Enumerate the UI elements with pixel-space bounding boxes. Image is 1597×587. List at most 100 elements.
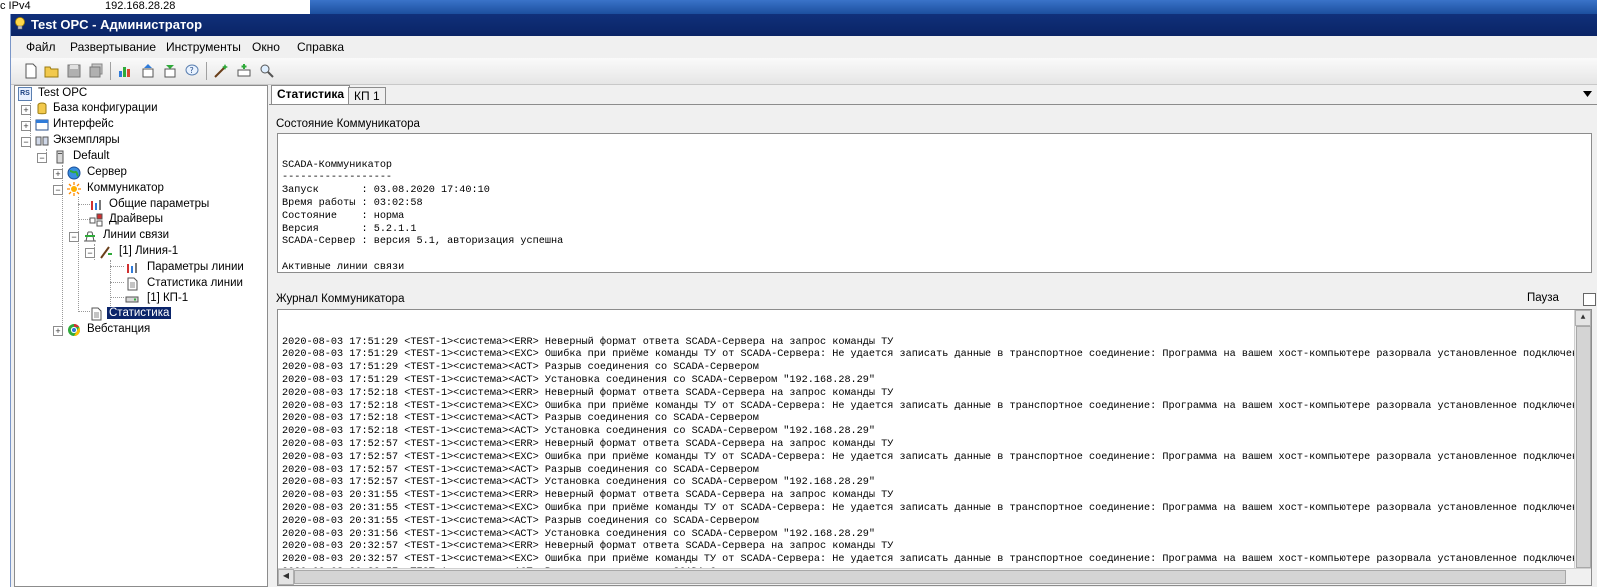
tree-connector [110, 260, 111, 308]
new-icon[interactable] [23, 63, 39, 79]
log-text-box[interactable]: 2020-08-03 17:51:29 <TEST-1><система><ER… [277, 309, 1592, 586]
text-line: ------------------ [282, 172, 393, 184]
tree-item-label: Линии связи [103, 229, 170, 241]
tree-item-label: База конфигурации [53, 102, 158, 114]
tree-item-label: Статистика линии [147, 277, 243, 289]
toolbar-separator [206, 62, 207, 80]
pause-label: Пауза [1527, 292, 1559, 304]
statistics-panel: Состояние Коммуникатора SCADA-Коммуникат… [269, 104, 1597, 587]
state-lines: SCADA-Коммуникатор ------------------ Запу… [278, 159, 1591, 273]
expand-plus-icon[interactable]: + [53, 169, 63, 179]
settings-icon [127, 263, 137, 273]
collapse-minus-icon[interactable]: − [69, 232, 79, 242]
collapse-minus-icon[interactable]: − [53, 185, 63, 195]
upload-icon[interactable] [140, 63, 156, 79]
text-line: 2020-08-03 20:31:55 <TEST-1><система><ER… [282, 490, 894, 502]
tree-item-label: Экземпляры [53, 134, 120, 146]
text-line: 2020-08-03 17:51:29 <TEST-1><система><EX… [282, 349, 1592, 361]
add-icon[interactable] [236, 63, 252, 79]
tree-item-label: Общие параметры [109, 198, 210, 210]
window-title: Test OPC - Администратор [31, 17, 203, 32]
tree-item-label: Test OPC [38, 87, 88, 99]
explorer-tree[interactable]: RS Test OPC + База конфигурации + Интерф… [14, 85, 268, 587]
main-window: Test OPC - Администратор Файл Развертыва… [10, 14, 1597, 587]
menu-deploy[interactable]: Развертывание [70, 40, 156, 54]
menu-help[interactable]: Справка [297, 40, 344, 54]
save-all-icon[interactable] [88, 63, 104, 79]
rs-badge-icon: RS [18, 87, 32, 101]
text-line: 2020-08-03 17:52:57 <TEST-1><система><ER… [282, 438, 894, 450]
document-icon [91, 307, 102, 321]
toolbar-separator [110, 62, 111, 80]
bulb-icon [15, 17, 25, 30]
device-icon [125, 296, 139, 303]
log-horizontal-scrollbar[interactable]: ◀ [278, 568, 1591, 585]
text-line: 2020-08-03 17:52:18 <TEST-1><система><AC… [282, 413, 759, 425]
help-icon[interactable]: ? [184, 63, 200, 79]
state-section-label: Состояние Коммуникатора [276, 118, 420, 130]
save-icon[interactable] [66, 63, 82, 79]
text-line: 2020-08-03 17:52:57 <TEST-1><система><EX… [282, 451, 1592, 463]
collapse-minus-icon[interactable]: − [37, 153, 47, 163]
tree-connector [110, 282, 124, 283]
tree-item-label: [1] КП-1 [147, 292, 189, 304]
comm-lines-icon [84, 231, 96, 242]
state-text-box[interactable]: SCADA-Коммуникатор ------------------ Запу… [277, 133, 1592, 273]
tab-dropdown-icon[interactable] [1583, 91, 1592, 98]
interface-icon [35, 119, 49, 131]
wizard-icon[interactable] [213, 63, 229, 79]
menu-file[interactable]: Файл [26, 40, 56, 54]
tab-kp1[interactable]: КП 1 [348, 87, 386, 104]
sun-icon [67, 182, 81, 196]
expand-plus-icon[interactable]: + [21, 105, 31, 115]
text-line: SCADA-Коммуникатор [282, 159, 393, 171]
text-line: Версия : 5.2.1.1 [282, 223, 417, 235]
text-line: 2020-08-03 20:31:55 <TEST-1><система><AC… [282, 515, 759, 527]
scroll-thumb[interactable] [1576, 326, 1591, 568]
collapse-minus-icon[interactable]: − [85, 248, 95, 258]
text-line: 2020-08-03 20:31:55 <TEST-1><система><EX… [282, 502, 1592, 514]
text-line: 2020-08-03 17:51:29 <TEST-1><система><AC… [282, 374, 876, 386]
tree-item-label: Интерфейс [53, 118, 114, 130]
ipv4-label: с IPv4 [0, 0, 31, 12]
tree-item-label: Default [73, 150, 110, 162]
log-section-label: Журнал Коммуникатора [276, 293, 405, 305]
menu-tools[interactable]: Инструменты [166, 40, 241, 54]
scroll-up-button[interactable]: ▲ [1575, 310, 1591, 326]
text-line: 2020-08-03 17:52:18 <TEST-1><система><ER… [282, 387, 894, 399]
line-icon [100, 246, 112, 259]
globe-icon [67, 166, 81, 180]
tree-item-label: Сервер [87, 166, 127, 178]
expand-plus-icon[interactable]: + [21, 121, 31, 131]
tree-item-label: Вебстанция [87, 323, 151, 335]
tree-item-label: Коммуникатор [87, 182, 164, 194]
browser-icon [68, 324, 81, 336]
desktop-background [0, 0, 10, 587]
menu-window[interactable]: Окно [252, 40, 280, 54]
text-line: 2020-08-03 17:52:18 <TEST-1><система><AC… [282, 426, 876, 438]
search-icon[interactable] [259, 63, 275, 79]
collapse-minus-icon[interactable]: − [21, 137, 31, 147]
text-line: 2020-08-03 17:52:57 <TEST-1><система><AC… [282, 464, 759, 476]
background-window-strip [310, 0, 1597, 14]
open-icon[interactable] [44, 63, 60, 79]
title-bar[interactable]: Test OPC - Администратор [11, 14, 1597, 36]
tree-item-label: [1] Линия-1 [119, 245, 179, 257]
log-vertical-scrollbar[interactable]: ▲ [1574, 310, 1591, 569]
tree-connector [110, 266, 124, 267]
instances-icon [35, 136, 49, 146]
chart-icon[interactable] [117, 63, 133, 79]
tab-strip: Статистика КП 1 [269, 85, 1597, 105]
tree-connector [78, 197, 79, 312]
pause-checkbox[interactable] [1583, 293, 1596, 306]
text-line: 2020-08-03 17:51:29 <TEST-1><система><AC… [282, 362, 759, 374]
tab-statistics[interactable]: Статистика [271, 85, 351, 104]
expand-plus-icon[interactable]: + [53, 326, 63, 336]
text-line: Активные линии связи [282, 261, 405, 273]
text-line: Состояние : норма [282, 210, 405, 222]
background-network-info: с IPv4 192.168.28.28 [0, 0, 310, 14]
download-icon[interactable] [162, 63, 178, 79]
scroll-thumb[interactable] [294, 570, 1566, 584]
scroll-left-button[interactable]: ◀ [278, 569, 294, 585]
text-line: Время работы : 03:02:58 [282, 197, 423, 209]
